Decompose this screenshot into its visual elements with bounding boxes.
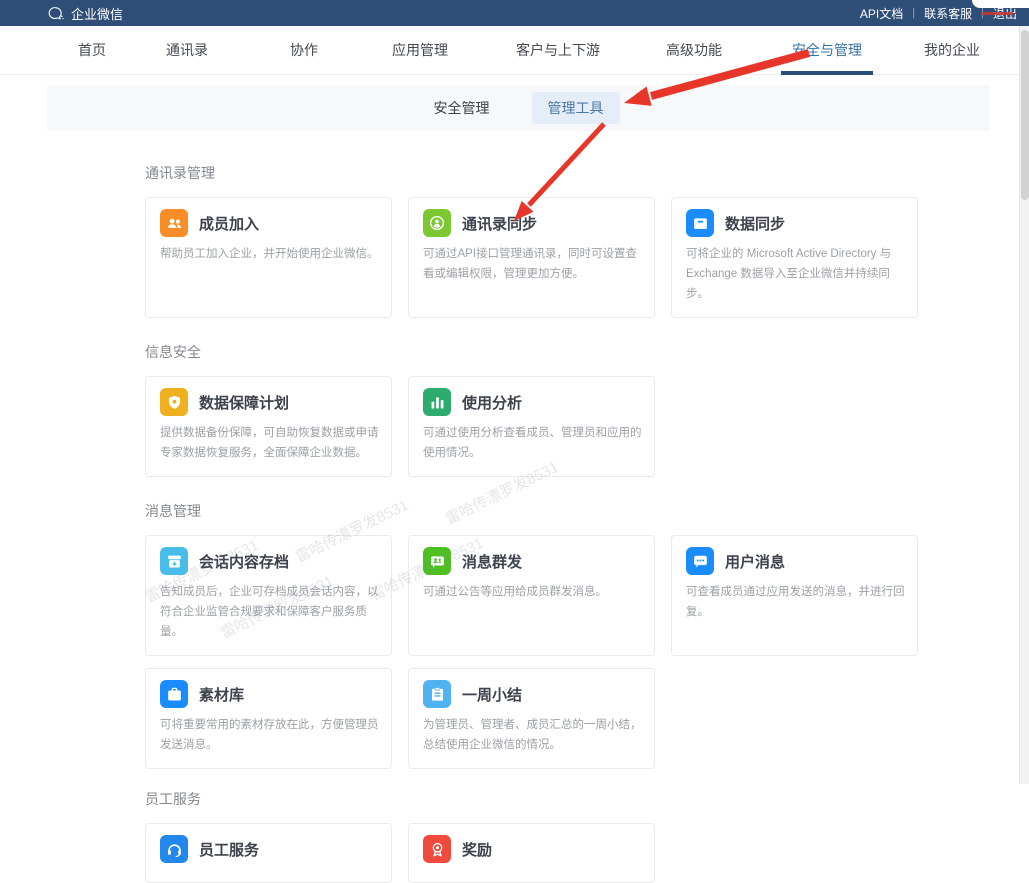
card-desc: 可通过使用分析查看成员、管理员和应用的使用情况。 <box>423 423 642 463</box>
card-grid: 数据保障计划 提供数据备份保障，可自助恢复数据或申请专家数据恢复服务，全面保障企… <box>145 376 918 477</box>
card-title: 员工服务 <box>199 839 259 860</box>
card-data-sync[interactable]: 数据同步 可将企业的 Microsoft Active Directory 与 … <box>671 197 918 318</box>
card-desc: 可将企业的 Microsoft Active Directory 与 Excha… <box>686 244 905 304</box>
broadcast-icon <box>423 547 451 575</box>
section-label-contacts-management: 通讯录管理 <box>145 163 918 183</box>
section-label-employee-services: 员工服务 <box>145 789 918 809</box>
card-title: 通讯录同步 <box>462 213 537 234</box>
chat-dots-icon <box>686 547 714 575</box>
archive-box-icon <box>160 547 188 575</box>
section-label-info-security: 信息安全 <box>145 342 918 362</box>
drawer-icon <box>686 209 714 237</box>
card-title: 会话内容存档 <box>199 551 289 572</box>
card-member-join[interactable]: 成员加入 帮助员工加入企业，并开始使用企业微信。 <box>145 197 392 318</box>
card-desc: 可将重要常用的素材存放在此，方便管理员发送消息。 <box>160 715 379 755</box>
card-contacts-sync[interactable]: 通讯录同步 可通过API接口管理通讯录，同时可设置查看或编辑权限，管理更加方便。 <box>408 197 655 318</box>
divider: | <box>912 7 915 19</box>
main-nav: 首页 通讯录 协作 应用管理 客户与上下游 高级功能 安全与管理 我的企业 <box>0 26 1029 75</box>
briefcase-icon <box>160 680 188 708</box>
card-data-protection-plan[interactable]: 数据保障计划 提供数据备份保障，可自助恢复数据或申请专家数据恢复服务，全面保障企… <box>145 376 392 477</box>
headset-icon <box>160 835 188 863</box>
card-desc: 可通过公告等应用给成员群发消息。 <box>423 582 642 602</box>
active-nav-underline <box>781 71 873 75</box>
card-weekly-summary[interactable]: 一周小结 为管理员、管理者、成员汇总的一周小结，总结使用企业微信的情况。 <box>408 668 655 769</box>
api-docs-link[interactable]: API文档 <box>860 5 903 22</box>
top-bar: 企业微信 API文档 | 联系客服 | 退出 <box>0 0 1029 26</box>
nav-item-advanced[interactable]: 高级功能 <box>666 26 722 74</box>
brand[interactable]: 企业微信 <box>48 4 123 23</box>
card-grid: 成员加入 帮助员工加入企业，并开始使用企业微信。 通讯录同步 可通过API接口管… <box>145 197 918 318</box>
nav-item-security-mgmt[interactable]: 安全与管理 <box>792 26 862 74</box>
card-user-messages[interactable]: 用户消息 可查看成员通过应用发送的消息，并进行回复。 <box>671 535 918 656</box>
card-desc: 可通过API接口管理通讯录，同时可设置查看或编辑权限，管理更加方便。 <box>423 244 642 284</box>
clipboard-icon <box>423 680 451 708</box>
card-title: 数据同步 <box>725 213 785 234</box>
page-scrollbar <box>1019 26 1029 784</box>
contact-support-link[interactable]: 联系客服 <box>924 5 972 22</box>
card-title: 奖励 <box>462 839 492 860</box>
card-chat-archive[interactable]: 会话内容存档 告知成员后，企业可存档成员会话内容，以符合企业监管合规要求和保障客… <box>145 535 392 656</box>
card-desc: 为管理员、管理者、成员汇总的一周小结，总结使用企业微信的情况。 <box>423 715 642 755</box>
nav-item-my-company[interactable]: 我的企业 <box>924 26 980 74</box>
card-material-library[interactable]: 素材库 可将重要常用的素材存放在此，方便管理员发送消息。 <box>145 668 392 769</box>
card-usage-analytics[interactable]: 使用分析 可通过使用分析查看成员、管理员和应用的使用情况。 <box>408 376 655 477</box>
card-desc: 提供数据备份保障，可自助恢复数据或申请专家数据恢复服务，全面保障企业数据。 <box>160 423 379 463</box>
red-strike-annotation <box>981 12 1013 15</box>
card-title: 使用分析 <box>462 392 522 413</box>
card-desc: 告知成员后，企业可存档成员会话内容，以符合企业监管合规要求和保障客户服务质量。 <box>160 582 379 642</box>
card-title: 用户消息 <box>725 551 785 572</box>
card-employee-service[interactable]: 员工服务 <box>145 823 392 883</box>
wechat-work-bubble-icon <box>48 5 65 22</box>
card-desc: 可查看成员通过应用发送的消息，并进行回复。 <box>686 582 905 622</box>
card-rewards[interactable]: 奖励 <box>408 823 655 883</box>
window-corner-artifact <box>972 0 1029 8</box>
card-title: 数据保障计划 <box>199 392 289 413</box>
card-desc: 帮助员工加入企业，并开始使用企业微信。 <box>160 244 379 264</box>
nav-item-apps[interactable]: 应用管理 <box>392 26 448 74</box>
scrollbar-thumb[interactable] <box>1021 30 1029 200</box>
card-grid: 会话内容存档 告知成员后，企业可存档成员会话内容，以符合企业监管合规要求和保障客… <box>145 535 918 769</box>
nav-item-home[interactable]: 首页 <box>78 26 106 74</box>
people-icon <box>160 209 188 237</box>
section-label-message-management: 消息管理 <box>145 501 918 521</box>
brand-label: 企业微信 <box>71 4 123 23</box>
nav-item-collab[interactable]: 协作 <box>290 26 318 74</box>
card-title: 一周小结 <box>462 684 522 705</box>
nav-item-customers[interactable]: 客户与上下游 <box>516 26 600 74</box>
card-grid: 员工服务 奖励 <box>145 823 918 883</box>
card-title: 消息群发 <box>462 551 522 572</box>
management-tools-panel: 通讯录管理 成员加入 帮助员工加入企业，并开始使用企业微信。 <box>47 131 990 883</box>
card-title: 素材库 <box>199 684 244 705</box>
medal-icon <box>423 835 451 863</box>
tab-management-tools[interactable]: 管理工具 <box>532 92 620 124</box>
contact-sync-icon <box>423 209 451 237</box>
sub-tab-bar: 安全管理 管理工具 <box>47 85 990 131</box>
shield-icon <box>160 388 188 416</box>
nav-item-contacts[interactable]: 通讯录 <box>166 26 208 74</box>
bar-chart-icon <box>423 388 451 416</box>
card-message-broadcast[interactable]: 消息群发 可通过公告等应用给成员群发消息。 <box>408 535 655 656</box>
card-title: 成员加入 <box>199 213 259 234</box>
tab-security-management[interactable]: 安全管理 <box>418 92 506 124</box>
